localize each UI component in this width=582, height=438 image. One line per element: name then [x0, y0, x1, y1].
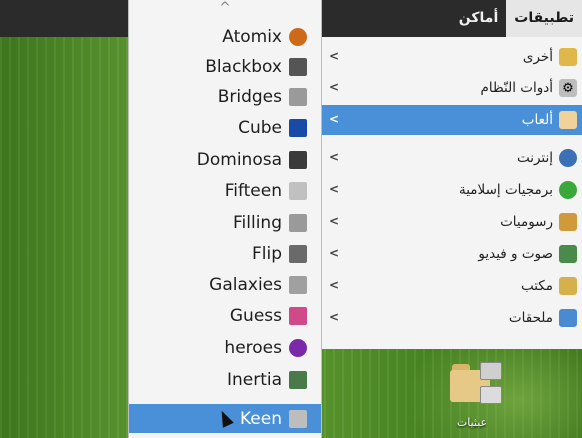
game-item-fifteen[interactable]: Fifteen	[129, 176, 321, 205]
menu-item-label: برمجيات إسلامية	[459, 182, 553, 198]
other-icon	[559, 48, 577, 66]
menu-item-internet[interactable]: إنترنت <	[321, 143, 582, 173]
menu-item-label: صوت و فيديو	[478, 246, 553, 262]
flip-icon	[289, 244, 307, 263]
chevron-left-icon: <	[329, 150, 340, 164]
game-item-label: Guess	[229, 305, 282, 326]
chevron-left-icon: <	[329, 112, 340, 126]
game-item-guess[interactable]: Guess	[129, 301, 321, 330]
places-menu[interactable]: أماكن	[451, 0, 506, 37]
chevron-left-icon: <	[329, 80, 340, 94]
menu-item-office[interactable]: مكتب <	[321, 271, 582, 301]
game-item-keen[interactable]: Keen	[129, 404, 321, 433]
chevron-left-icon: <	[329, 246, 340, 260]
blackbox-icon	[289, 57, 307, 76]
menu-item-label: مكتب	[520, 278, 553, 294]
applications-dropdown: أخرى < ⚙ أدوات النّظام < ألعاب < إنترنت …	[320, 37, 582, 349]
sound-video-icon	[559, 245, 577, 263]
keen-icon	[289, 409, 307, 428]
heroes-icon	[289, 338, 307, 357]
menu-item-label: رسوميات	[500, 214, 553, 230]
game-item-label: Cube	[238, 117, 282, 138]
games-icon	[559, 111, 577, 129]
game-item-label: Atomix	[222, 26, 282, 47]
inertia-icon	[289, 370, 307, 389]
graphics-icon	[559, 213, 577, 231]
game-item-inertia[interactable]: Inertia	[129, 365, 321, 394]
folder-lock-badge-icon	[480, 386, 502, 404]
mouse-cursor-icon	[216, 408, 234, 428]
game-item-dominosa[interactable]: Dominosa	[129, 145, 321, 174]
filling-icon	[289, 213, 307, 232]
menu-item-label: ملحقات	[508, 310, 553, 326]
game-item-label: Blackbox	[205, 56, 282, 77]
game-item-label: Fifteen	[224, 180, 282, 201]
game-item-cube[interactable]: Cube	[129, 113, 321, 142]
game-item-galaxies[interactable]: Galaxies	[129, 270, 321, 299]
scroll-up-arrow-icon[interactable]: ^	[129, 0, 321, 20]
chevron-left-icon: <	[329, 310, 340, 324]
bridges-icon	[289, 87, 307, 106]
panel-menus: تطبيقات أماكن	[451, 0, 582, 37]
folder-link-badge-icon	[480, 362, 502, 380]
games-submenu: ^ Atomix Blackbox Bridges Cube Dominosa …	[128, 0, 322, 438]
chevron-left-icon: <	[329, 49, 340, 63]
cube-icon	[289, 118, 307, 137]
accessories-icon	[559, 309, 577, 327]
game-item-label: Galaxies	[209, 274, 282, 295]
game-item-label: heroes	[224, 337, 282, 358]
chevron-left-icon: <	[329, 278, 340, 292]
game-item-label: Keen	[240, 408, 282, 429]
game-item-filling[interactable]: Filling	[129, 208, 321, 237]
menu-item-graphics[interactable]: رسوميات <	[321, 207, 582, 237]
menu-item-sound-video[interactable]: صوت و فيديو <	[321, 239, 582, 269]
menu-item-label: أدوات النّظام	[480, 80, 553, 96]
menu-item-label: أخرى	[522, 49, 553, 65]
game-item-blackbox[interactable]: Blackbox	[129, 52, 321, 81]
atomix-icon	[289, 27, 307, 46]
menu-item-label: ألعاب	[521, 112, 553, 128]
game-item-label: Inertia	[226, 369, 282, 390]
internet-icon	[559, 149, 577, 167]
dominosa-icon	[289, 150, 307, 169]
menu-item-other[interactable]: أخرى <	[321, 42, 582, 72]
game-item-label: Filling	[233, 212, 282, 233]
islamic-software-icon	[559, 181, 577, 199]
game-item-atomix[interactable]: Atomix	[129, 22, 321, 51]
game-item-flip[interactable]: Flip	[129, 239, 321, 268]
game-item-label: Flip	[251, 243, 282, 264]
chevron-left-icon: <	[329, 182, 340, 196]
menu-item-system-tools[interactable]: ⚙ أدوات النّظام <	[321, 73, 582, 103]
menu-item-games[interactable]: ألعاب <	[321, 105, 582, 135]
game-item-label: Bridges	[217, 86, 282, 107]
guess-icon	[289, 306, 307, 325]
game-item-bridges[interactable]: Bridges	[129, 82, 321, 111]
game-item-heroes[interactable]: heroes	[129, 333, 321, 362]
menu-item-label: إنترنت	[516, 150, 553, 166]
chevron-left-icon: <	[329, 214, 340, 228]
menu-item-islamic-software[interactable]: برمجيات إسلامية <	[321, 175, 582, 205]
fifteen-icon	[289, 181, 307, 200]
system-tools-icon: ⚙	[559, 79, 577, 97]
menu-item-accessories[interactable]: ملحقات <	[321, 303, 582, 333]
game-item-label: Dominosa	[196, 149, 282, 170]
applications-menu[interactable]: تطبيقات	[506, 0, 582, 37]
desktop-folder-icon[interactable]	[450, 360, 502, 410]
desktop-folder-label: عبثيات	[456, 416, 488, 429]
office-icon	[559, 277, 577, 295]
galaxies-icon	[289, 275, 307, 294]
